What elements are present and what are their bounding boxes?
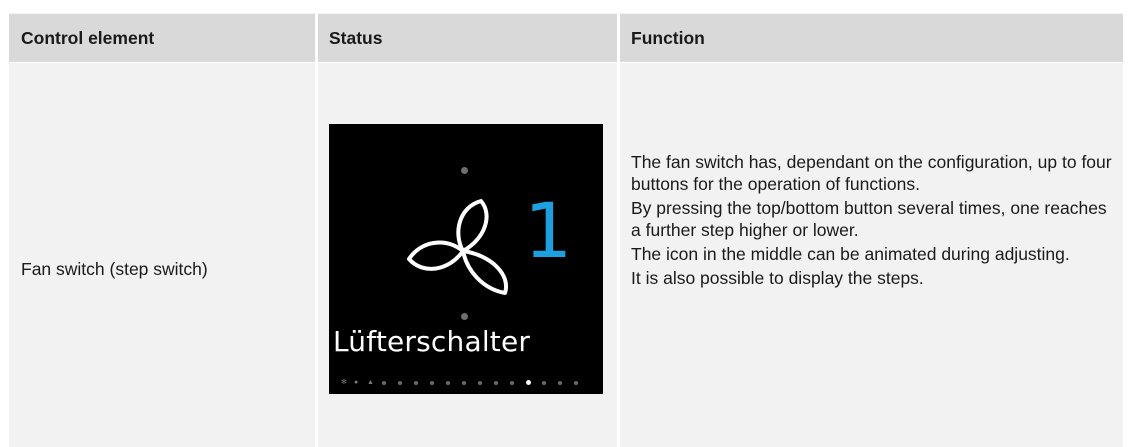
fan-step-number: 1 [524, 186, 573, 275]
page-dot [510, 381, 514, 385]
clock-icon: ● [354, 379, 359, 386]
page-dot [494, 381, 498, 385]
control-element-name: Fan switch (step switch) [21, 259, 208, 279]
function-description: The fan switch has, dependant on the con… [631, 151, 1121, 291]
fan-icon [407, 199, 509, 295]
page-dot [430, 381, 434, 385]
column-divider [617, 13, 620, 447]
header-function: Function [631, 28, 705, 48]
page-dot [574, 381, 578, 385]
fan-switch-display: 1 Lüfterschalter ✻ ● ▲ [329, 124, 603, 394]
home-icon: ▲ [367, 379, 374, 386]
table-header-row: Control element Status Function [9, 13, 1123, 62]
header-status: Status [329, 28, 383, 48]
function-paragraph: It is also possible to display the steps… [631, 268, 924, 288]
column-divider [315, 13, 318, 447]
settings-icon: ✻ [341, 379, 347, 386]
control-elements-table: Control element Status Function Fan swit… [9, 13, 1123, 447]
top-button-dot [461, 167, 468, 174]
page-dot [414, 381, 418, 385]
bottom-button-dot [461, 313, 468, 320]
page-dot [542, 381, 546, 385]
page-dot [398, 381, 402, 385]
page-indicator-dots: ✻ ● ▲ [341, 379, 591, 387]
function-paragraph: The fan switch has, dependant on the con… [631, 152, 1112, 194]
page-dot [478, 381, 482, 385]
page-dot [382, 381, 386, 385]
header-control-element: Control element [21, 28, 155, 48]
page-dot [558, 381, 562, 385]
page-dot [446, 381, 450, 385]
function-paragraph: By pressing the top/bottom button severa… [631, 198, 1107, 240]
page-dot-active [526, 380, 531, 385]
display-label: Lüfterschalter [333, 325, 531, 358]
page-dot [462, 381, 466, 385]
function-paragraph: The icon in the middle can be animated d… [631, 244, 1070, 264]
